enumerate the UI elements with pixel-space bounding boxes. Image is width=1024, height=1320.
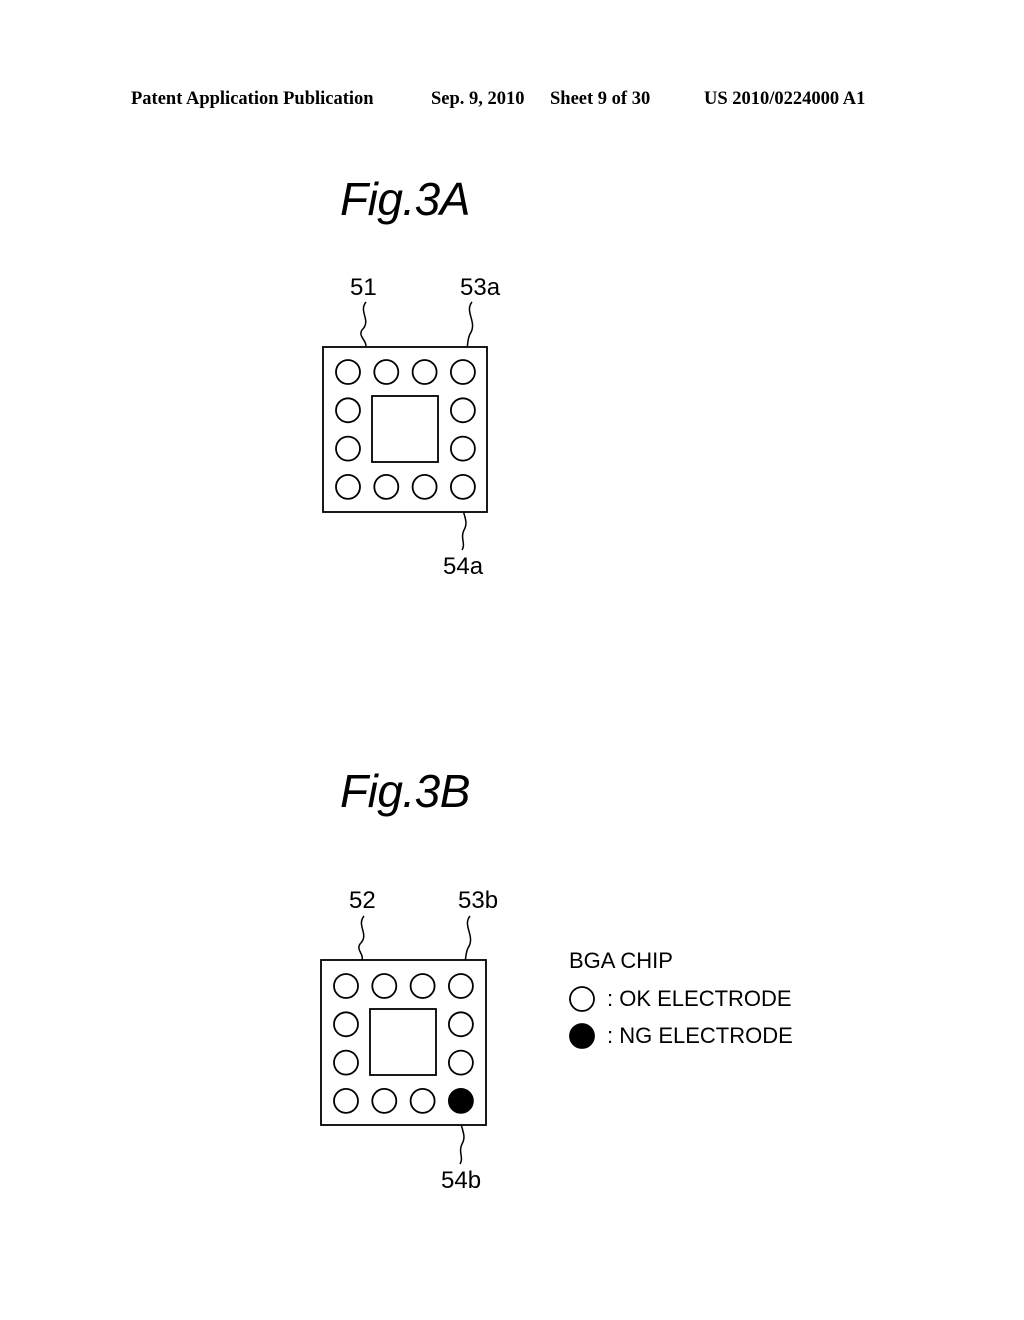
ok-electrode: [449, 359, 476, 385]
top-electrode-ref-label: 53a: [460, 274, 501, 301]
legend-title: BGA CHIP: [569, 948, 673, 973]
ok-electrode: [409, 1088, 436, 1114]
ok-electrode: [371, 1088, 398, 1114]
ok-electrode: [447, 1049, 474, 1076]
ok-electrode: [449, 397, 476, 424]
legend-ok-label: : OK ELECTRODE: [607, 986, 792, 1011]
ok-electrode: [373, 473, 400, 500]
top-electrode-ref-label: 53b: [458, 887, 498, 914]
chip-die: [371, 395, 439, 463]
drawing-canvas: 51 53a 54a 52 53b 54b BGA CHIP : OK ELEC…: [320, 274, 793, 1194]
ok-electrode: [447, 973, 474, 999]
figure-3b: 52 53b 54b: [320, 887, 498, 1194]
ok-electrode: [409, 973, 436, 999]
ok-electrode: [449, 473, 476, 500]
ok-electrode: [411, 359, 438, 385]
ok-electrode: [333, 1049, 359, 1076]
figure-3a: 51 53a 54a: [322, 274, 501, 580]
ok-electrode: [449, 435, 476, 462]
ok-electrode: [335, 359, 361, 385]
leader-line: [358, 915, 365, 961]
ok-electrode: [447, 1011, 474, 1038]
bottom-electrode-ref-label: 54b: [441, 1167, 481, 1194]
ok-electrode: [335, 397, 361, 424]
ok-electrode: [411, 473, 438, 500]
ok-electrode: [333, 1088, 359, 1114]
ng-electrode: [447, 1088, 474, 1114]
chip-ref-label: 51: [350, 274, 377, 301]
chip-ref-label: 52: [349, 887, 376, 914]
ng-electrode-icon: [569, 1023, 595, 1049]
ok-electrode: [335, 473, 361, 500]
ok-electrode: [333, 973, 359, 999]
ok-electrode: [335, 435, 361, 462]
chip-die: [369, 1008, 437, 1076]
ok-electrode: [373, 359, 400, 385]
legend: BGA CHIP : OK ELECTRODE : NG ELECTRODE: [569, 948, 793, 1049]
ok-electrode: [371, 973, 398, 999]
ok-electrode: [333, 1011, 359, 1038]
bottom-electrode-ref-label: 54a: [443, 553, 484, 580]
leader-line: [360, 301, 367, 347]
ok-electrode-icon: [569, 986, 595, 1012]
legend-ng-label: : NG ELECTRODE: [607, 1023, 793, 1048]
